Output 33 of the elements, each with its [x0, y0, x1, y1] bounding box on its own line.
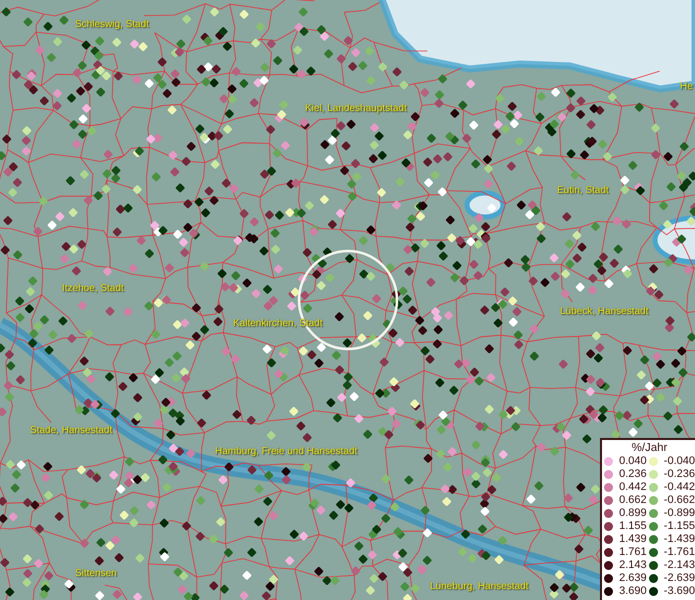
- legend-value: -2.639: [662, 572, 695, 585]
- place-label: Hamburg, Freie und Hansestadt: [215, 446, 358, 458]
- legend-value: 1.155: [618, 520, 647, 533]
- legend-value: 1.439: [618, 533, 647, 546]
- place-label: He: [680, 81, 693, 93]
- place-label: Lübeck, Hansestadt: [560, 306, 648, 318]
- legend-value: -0.236: [662, 468, 695, 481]
- place-label: Itzehoe, Stadt: [62, 283, 124, 295]
- legend-value: 0.899: [618, 507, 647, 520]
- legend-value: -0.442: [662, 481, 695, 494]
- legend-value: 0.662: [618, 494, 647, 507]
- legend-value: -0.662: [662, 494, 695, 507]
- place-label: Eutin, Stadt: [557, 185, 609, 197]
- legend-title: %/Jahr: [630, 442, 668, 455]
- legend-value: -0.040: [662, 455, 695, 468]
- legend-value: -1.439: [662, 533, 695, 546]
- place-label: Sittensen: [75, 568, 117, 580]
- legend-value: -1.155: [662, 520, 695, 533]
- legend-value: -2.143: [662, 559, 695, 572]
- place-label: Schleswig, Stadt: [75, 19, 149, 31]
- legend-value: 2.639: [618, 572, 647, 585]
- legend-value: 0.040: [618, 455, 647, 468]
- legend-value: 0.236: [618, 468, 647, 481]
- place-label: Lüneburg, Hansestadt: [430, 581, 528, 593]
- legend-value: -1.761: [662, 546, 695, 559]
- legend-value: -0.899: [662, 507, 695, 520]
- legend-value: 0.442: [618, 481, 647, 494]
- legend-value: 2.143: [618, 559, 647, 572]
- legend-value: -3.690: [662, 585, 695, 598]
- place-label: Stade, Hansestadt: [30, 425, 112, 437]
- legend-value: 3.690: [618, 585, 647, 598]
- legend-value: 1.761: [618, 546, 647, 559]
- place-label: Kiel, Landeshauptstadt: [305, 103, 407, 115]
